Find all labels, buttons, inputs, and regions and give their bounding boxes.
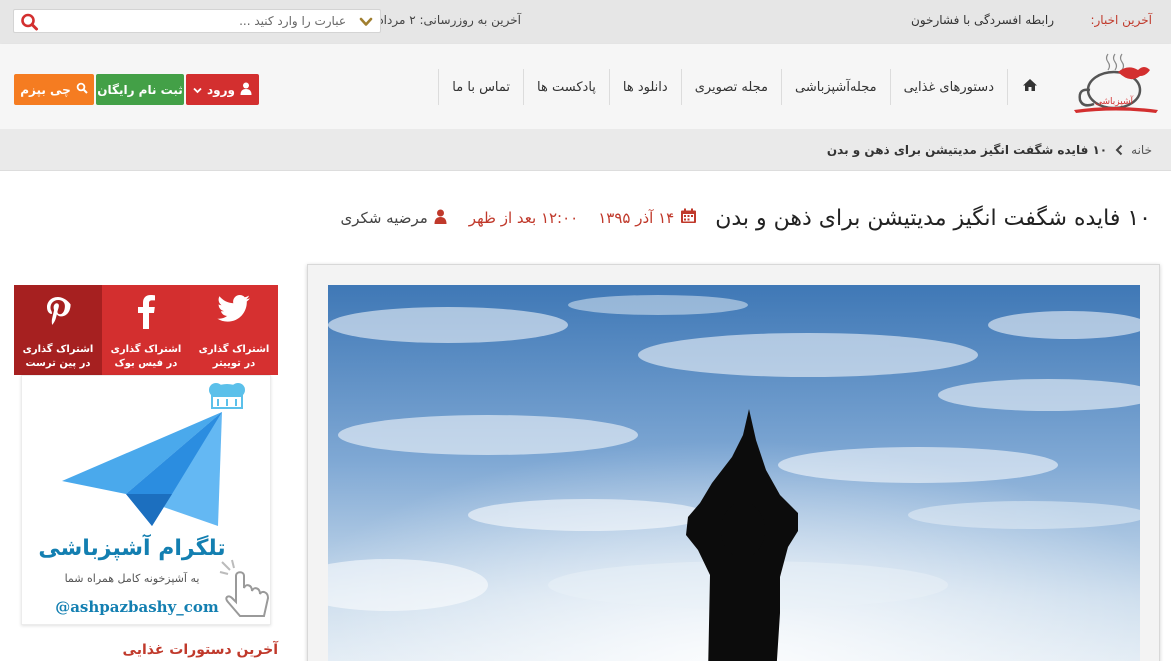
- home-icon: [1022, 78, 1038, 96]
- share-pinterest-line1: اشتراک گذاری: [22, 344, 94, 355]
- twitter-icon: [190, 295, 278, 329]
- search-icon[interactable]: [18, 12, 40, 32]
- article-author[interactable]: مرضیه شکری: [341, 209, 447, 228]
- login-label: ورود: [207, 82, 235, 97]
- main-nav: دستورهای غذایی مجله‌آشپزباشی مجله تصویری…: [438, 69, 1052, 105]
- search-input[interactable]: [46, 10, 346, 32]
- login-button[interactable]: ورود: [186, 74, 259, 105]
- latest-recipes-heading: آخرین دستورات غذایی: [122, 642, 278, 658]
- site-header: آشپزباشی دستورهای غذایی مجله‌آشپزباشی مج…: [0, 44, 1171, 130]
- article-date-text: ۱۴ آذر ۱۳۹۵: [598, 209, 675, 227]
- share-buttons: اشتراک گذاری در پین ترست اشتراک گذاری در ف…: [14, 285, 278, 375]
- nav-item-recipes[interactable]: دستورهای غذایی: [889, 69, 1007, 105]
- user-icon: [240, 82, 252, 98]
- breadcrumb-home[interactable]: خانه: [1131, 143, 1152, 157]
- share-facebook-line1: اشتراک گذاری: [110, 344, 182, 355]
- hand-cursor-icon: [218, 558, 272, 618]
- nav-item-magazine[interactable]: مجله‌آشپزباشی: [781, 69, 890, 105]
- breadcrumb-current: ۱۰ فایده شگفت انگیز مدیتیشن برای ذهن و ب…: [826, 142, 1108, 157]
- share-twitter-line1: اشتراک گذاری: [198, 344, 270, 355]
- user-icon: [434, 209, 447, 228]
- news-ticker-label: آخرین اخبار:: [1090, 13, 1152, 27]
- article-author-name: مرضیه شکری: [340, 209, 428, 227]
- article-title: ۱۰ فایده شگفت انگیز مدیتیشن برای ذهن و ب…: [715, 205, 1151, 231]
- what-to-cook-label: چی بپزم: [20, 82, 71, 97]
- calendar-icon: [680, 208, 697, 228]
- share-twitter-line2: در توییتر: [212, 357, 256, 369]
- chevron-down-icon[interactable]: [358, 14, 374, 28]
- chevron-down-icon: [193, 83, 202, 97]
- search-bar: [13, 9, 381, 33]
- article-image-card: [307, 264, 1160, 661]
- pinterest-icon: [14, 295, 102, 329]
- site-logo[interactable]: آشپزباشی: [1068, 50, 1160, 122]
- logo-text: آشپزباشی: [1095, 95, 1134, 107]
- register-button[interactable]: ثبت نام رایگان: [96, 74, 184, 105]
- news-ticker-headline[interactable]: رابطه افسردگی با فشارخون: [911, 13, 1054, 27]
- article-time: ۱۲:۰۰ بعد از ظهر: [468, 209, 579, 227]
- nav-item-contact[interactable]: تماس با ما: [438, 69, 523, 105]
- telegram-subtitle: یه آشپزخونه کامل همراه شما: [64, 572, 200, 585]
- telegram-title: تلگرام آشپزباشی: [38, 536, 226, 561]
- register-label: ثبت نام رایگان: [97, 82, 183, 97]
- nav-item-photo-magazine[interactable]: مجله تصویری: [680, 69, 781, 105]
- chevron-left-icon: [1115, 144, 1123, 156]
- article-date: ۱۴ آذر ۱۳۹۵: [598, 208, 697, 228]
- top-bar: آخرین اخبار: رابطه افسردگی با فشارخون آخ…: [0, 0, 1171, 44]
- nav-home[interactable]: [1007, 69, 1052, 105]
- chef-hat-icon: [209, 383, 245, 409]
- share-facebook-button[interactable]: اشتراک گذاری در فیس بوک: [102, 285, 190, 375]
- nav-item-podcasts[interactable]: پادکست ها: [523, 69, 609, 105]
- telegram-plane-icon: [22, 376, 272, 546]
- meditation-image: [328, 285, 1140, 661]
- last-update-text: آخرین به روزرسانی: ۲ مرداد: [378, 13, 521, 27]
- share-facebook-line2: در فیس بوک: [114, 357, 178, 369]
- nav-item-downloads[interactable]: دانلود ها: [608, 69, 681, 105]
- share-pinterest-line2: در پین ترست: [25, 357, 91, 369]
- article-header: ۱۰ فایده شگفت انگیز مدیتیشن برای ذهن و ب…: [341, 200, 1151, 236]
- breadcrumb: خانه ۱۰ فایده شگفت انگیز مدیتیشن برای ذه…: [0, 129, 1171, 171]
- telegram-channel-banner[interactable]: تلگرام آشپزباشی یه آشپزخونه کامل همراه ش…: [21, 375, 271, 625]
- search-icon: [76, 82, 88, 97]
- facebook-icon: [102, 295, 190, 329]
- what-to-cook-button[interactable]: چی بپزم: [14, 74, 94, 105]
- share-twitter-button[interactable]: اشتراک گذاری در توییتر: [190, 285, 278, 375]
- share-pinterest-button[interactable]: اشتراک گذاری در پین ترست: [14, 285, 102, 375]
